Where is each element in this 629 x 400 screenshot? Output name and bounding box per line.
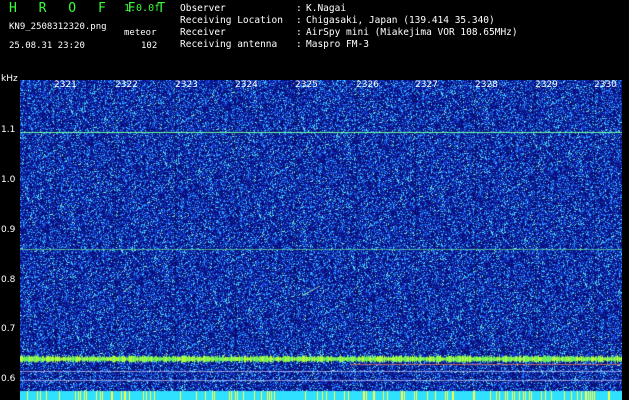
- location-row: Receiving Location: Chigasaki, Japan (139…: [180, 15, 495, 26]
- y-unit-label: kHz: [1, 74, 18, 84]
- y-tick-0-8: 0.8: [1, 275, 16, 285]
- x-tick-2322: 2322: [115, 80, 138, 90]
- x-tick-2323: 2323: [175, 80, 198, 90]
- receiver-key: Receiver: [180, 27, 226, 38]
- antenna-key: Receiving antenna: [180, 39, 278, 50]
- version-label: 1.0.0f: [124, 3, 161, 14]
- spectrogram-plot[interactable]: [20, 80, 622, 400]
- antenna-row: Receiving antenna: Maspro FM-3: [180, 39, 369, 50]
- count-label: 102: [141, 41, 158, 51]
- y-tick-0-6: 0.6: [1, 374, 16, 384]
- observer-row: Observer: K.Nagai: [180, 3, 347, 14]
- mode-label: meteor: [124, 28, 157, 38]
- timestamp-label: 25.08.31 23:20: [9, 41, 85, 51]
- y-tick-1-1: 1.1: [1, 125, 16, 135]
- right-edge: [622, 80, 629, 400]
- y-tick-0-9: 0.9: [1, 225, 16, 235]
- filename-label: KN9_2508312320.png: [9, 22, 107, 32]
- observer-value: K.Nagai: [306, 3, 347, 14]
- spectrogram-canvas: [20, 80, 622, 400]
- antenna-value: Maspro FM-3: [306, 39, 369, 50]
- receiver-value: AirSpy mini (Miakejima VOR 108.65MHz): [306, 27, 518, 38]
- location-key: Receiving Location: [180, 15, 283, 26]
- x-tick-2324: 2324: [235, 80, 258, 90]
- x-tick-2328: 2328: [475, 80, 498, 90]
- x-tick-2330: 2330: [594, 80, 617, 90]
- y-tick-1-0: 1.0: [1, 175, 16, 185]
- observer-key: Observer: [180, 3, 226, 14]
- receiver-row: Receiver: AirSpy mini (Miakejima VOR 108.…: [180, 27, 518, 38]
- location-value: Chigasaki, Japan (139.414 35.340): [306, 15, 495, 26]
- x-tick-2326: 2326: [356, 80, 379, 90]
- x-tick-2325: 2325: [295, 80, 318, 90]
- x-tick-2321: 2321: [54, 80, 77, 90]
- y-tick-0-7: 0.7: [1, 324, 16, 334]
- x-tick-2329: 2329: [535, 80, 558, 90]
- header-panel: H R O F F T 1.0.0f KN9_2508312320.png me…: [0, 0, 629, 80]
- x-tick-2327: 2327: [415, 80, 438, 90]
